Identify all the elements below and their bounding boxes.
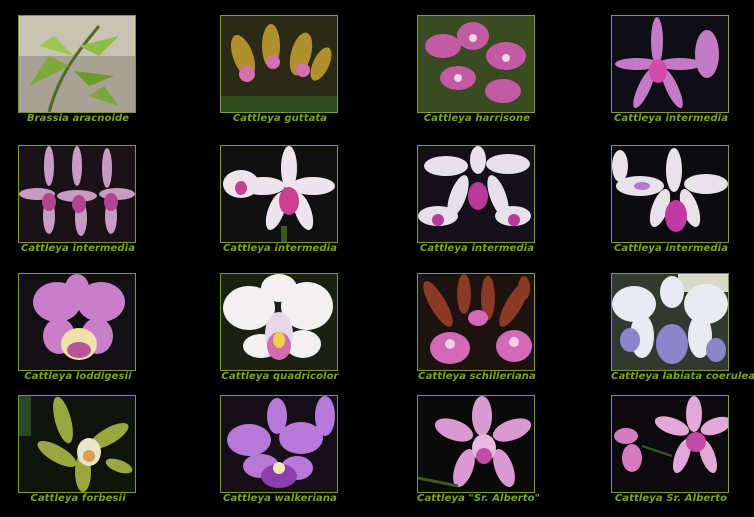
orchid-photo-cattleya-sr-alberto-quoted[interactable] bbox=[417, 395, 535, 493]
orchid-photo-cattleya-intermedia-4[interactable] bbox=[417, 145, 535, 243]
orchid-photo-cattleya-labiata-coerulea[interactable] bbox=[611, 273, 729, 371]
gallery-item-cattleya-labiata-coerulea[interactable]: Cattleya labiata coerulea bbox=[611, 273, 754, 398]
orchid-photo-cattleya-walkeriana[interactable] bbox=[220, 395, 338, 493]
caption[interactable]: Cattleya intermedia bbox=[417, 243, 537, 254]
orchid-photo-cattleya-forbesii[interactable] bbox=[18, 395, 136, 493]
orchid-photo-cattleya-intermedia-3[interactable] bbox=[220, 145, 338, 243]
gallery-item-cattleya-guttata[interactable]: Cattleya guttata bbox=[220, 15, 414, 140]
orchid-photo-cattleya-intermedia-5[interactable] bbox=[611, 145, 729, 243]
caption[interactable]: Cattleya intermedia bbox=[611, 113, 731, 124]
gallery-item-cattleya-quadricolor[interactable]: Cattleya quadricolor bbox=[220, 273, 414, 398]
orchid-photo-cattleya-sr-alberto[interactable] bbox=[611, 395, 729, 493]
caption[interactable]: Cattleya walkeriana bbox=[220, 493, 340, 504]
orchid-photo-cattleya-schilleriana[interactable] bbox=[417, 273, 535, 371]
orchid-photo-cattleya-quadricolor[interactable] bbox=[220, 273, 338, 371]
gallery-item-cattleya-walkeriana[interactable]: Cattleya walkeriana bbox=[220, 395, 414, 517]
caption[interactable]: Cattleya quadricolor bbox=[220, 371, 340, 382]
caption[interactable]: Cattleya intermedia bbox=[611, 243, 731, 254]
orchid-photo-cattleya-guttata[interactable] bbox=[220, 15, 338, 113]
orchid-photo-cattleya-loddigesii[interactable] bbox=[18, 273, 136, 371]
orchid-photo-cattleya-harrisone[interactable] bbox=[417, 15, 535, 113]
gallery-item-cattleya-loddigesii[interactable]: Cattleya loddigesii bbox=[18, 273, 212, 398]
caption[interactable]: Cattleya schilleriana bbox=[417, 371, 537, 382]
gallery-item-cattleya-intermedia-5[interactable]: Cattleya intermedia bbox=[611, 145, 754, 270]
caption[interactable]: Cattleya loddigesii bbox=[18, 371, 138, 382]
orchid-photo-cattleya-intermedia-1[interactable] bbox=[611, 15, 729, 113]
orchid-gallery: Brassia aracnoide Cattleya guttata Cattl… bbox=[0, 0, 754, 517]
gallery-item-cattleya-schilleriana[interactable]: Cattleya schilleriana bbox=[417, 273, 611, 398]
gallery-item-cattleya-intermedia-2[interactable]: Cattleya intermedia bbox=[18, 145, 212, 270]
caption[interactable]: Cattleya labiata coerulea bbox=[611, 371, 754, 382]
gallery-item-cattleya-intermedia-1[interactable]: Cattleya intermedia bbox=[611, 15, 754, 140]
caption[interactable]: Cattleya guttata bbox=[220, 113, 340, 124]
gallery-item-cattleya-intermedia-3[interactable]: Cattleya intermedia bbox=[220, 145, 414, 270]
caption[interactable]: Cattleya forbesii bbox=[18, 493, 138, 504]
caption[interactable]: Cattleya harrisone bbox=[417, 113, 537, 124]
orchid-photo-brassia-aracnoide[interactable] bbox=[18, 15, 136, 113]
gallery-item-cattleya-sr-alberto[interactable]: Cattleya Sr. Alberto bbox=[611, 395, 754, 517]
orchid-photo-cattleya-intermedia-2[interactable] bbox=[18, 145, 136, 243]
caption[interactable]: Cattleya Sr. Alberto bbox=[611, 493, 731, 504]
gallery-item-brassia-aracnoide[interactable]: Brassia aracnoide bbox=[18, 15, 212, 140]
gallery-item-cattleya-forbesii[interactable]: Cattleya forbesii bbox=[18, 395, 212, 517]
caption[interactable]: Cattleya intermedia bbox=[18, 243, 138, 254]
gallery-item-cattleya-sr-alberto-quoted[interactable]: Cattleya "Sr. Alberto" bbox=[417, 395, 611, 517]
gallery-item-cattleya-intermedia-4[interactable]: Cattleya intermedia bbox=[417, 145, 611, 270]
caption[interactable]: Cattleya "Sr. Alberto" bbox=[417, 493, 540, 504]
caption[interactable]: Cattleya intermedia bbox=[220, 243, 340, 254]
gallery-item-cattleya-harrisone[interactable]: Cattleya harrisone bbox=[417, 15, 611, 140]
caption[interactable]: Brassia aracnoide bbox=[18, 113, 138, 124]
